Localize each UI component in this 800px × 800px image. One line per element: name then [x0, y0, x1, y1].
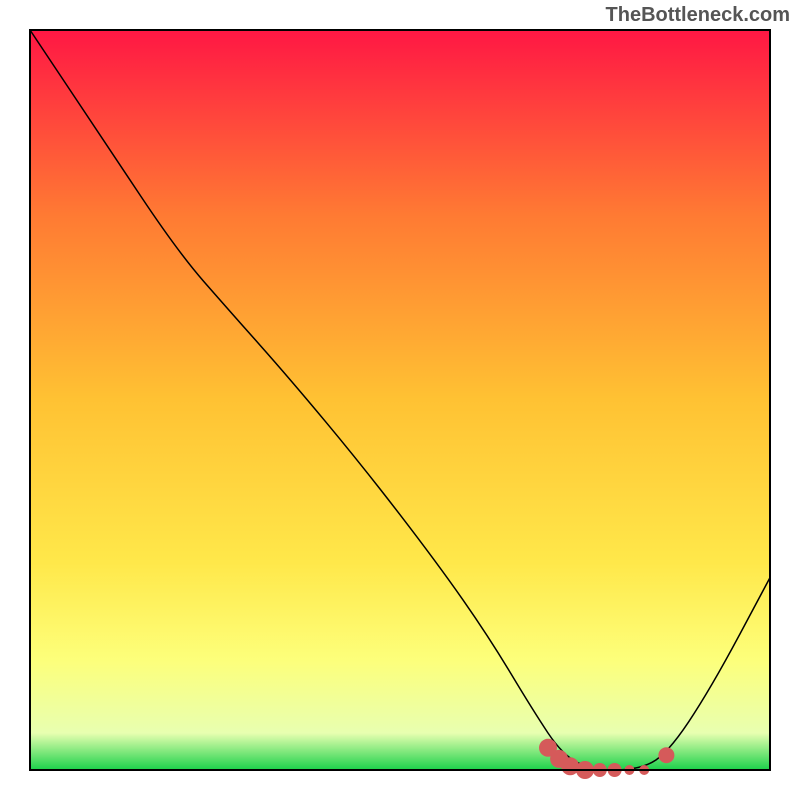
plot-background — [30, 30, 770, 770]
attribution-label: TheBottleneck.com — [606, 4, 790, 27]
chart-container: TheBottleneck.com — [0, 0, 800, 800]
marker-dot — [658, 747, 674, 763]
chart-svg — [0, 0, 800, 800]
